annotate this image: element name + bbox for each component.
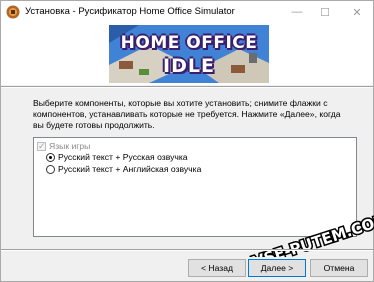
window-title: Установка - Русификатор Home Office Simu… [25, 6, 235, 17]
installer-window: Установка - Русификатор Home Office Simu… [0, 0, 374, 282]
footer-divider-highlight [1, 250, 373, 251]
radio-unselected[interactable] [46, 164, 55, 174]
group-label: Язык игры [49, 141, 91, 151]
site-watermark: VSE-PUTEM.COM [249, 208, 374, 257]
next-button[interactable]: Далее > [248, 259, 306, 277]
component-option-ru-voice[interactable]: Русский текст + Русская озвучка [46, 151, 188, 163]
radio-selected[interactable] [46, 152, 55, 162]
checkmark-icon: ✓ [38, 140, 46, 151]
radio-dot-icon [49, 155, 52, 159]
close-button[interactable]: ✕ [343, 1, 371, 23]
game-logo-title: HOME OFFICE [120, 33, 258, 53]
wizard-header: HOME OFFICE IDLE [1, 23, 373, 85]
back-button[interactable]: < Назад [188, 259, 246, 277]
minimize-button[interactable]: — [283, 1, 311, 23]
option-label: Русский текст + Русская озвучка [58, 152, 188, 162]
component-option-en-voice[interactable]: Русский текст + Английская озвучка [46, 163, 201, 175]
title-bar[interactable]: Установка - Русификатор Home Office Simu… [1, 1, 373, 23]
option-label: Русский текст + Английская озвучка [58, 164, 202, 174]
game-logo-subtitle: IDLE [163, 55, 215, 77]
game-banner: HOME OFFICE IDLE [109, 25, 269, 83]
header-divider-highlight [1, 87, 373, 88]
installer-app-icon [6, 5, 20, 19]
instructions-text: Выберите компоненты, которые вы хотите у… [33, 98, 341, 130]
group-checkbox[interactable]: ✓ [37, 140, 46, 151]
maximize-button[interactable]: ☐ [311, 1, 339, 23]
cancel-button[interactable]: Отмена [310, 259, 368, 277]
